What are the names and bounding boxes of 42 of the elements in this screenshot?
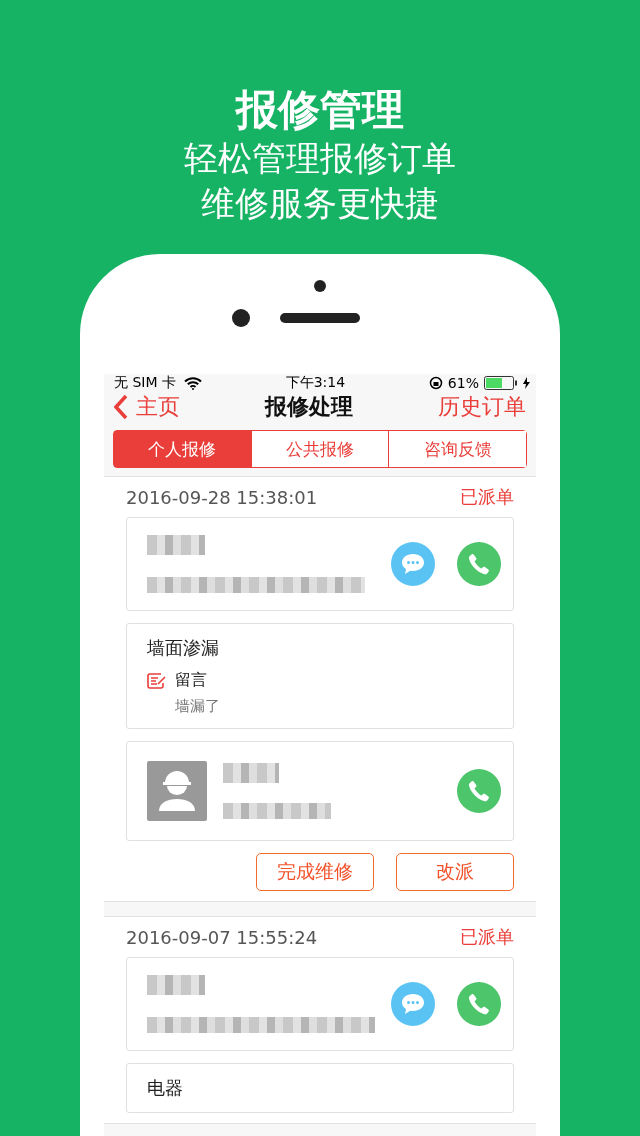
carrier-text: 无 SIM 卡 <box>114 374 176 392</box>
tagline: 维修服务更快捷 <box>201 182 439 225</box>
phone-icon <box>467 552 491 576</box>
action-button[interactable]: 改派 <box>396 853 514 891</box>
tagline: 轻松管理报修订单 <box>184 137 456 180</box>
order-status: 已派单 <box>460 925 514 949</box>
rotation-lock-icon <box>428 376 443 390</box>
battery-icon <box>484 376 518 390</box>
wifi-icon <box>184 376 202 390</box>
clock-text: 下午3:14 <box>285 374 346 392</box>
worker-avatar-icon <box>147 761 207 821</box>
battery-percent: 61% <box>447 375 479 391</box>
pixelated-name <box>223 763 279 783</box>
chat-bubble-icon <box>400 992 426 1016</box>
chevron-left-icon <box>114 394 128 420</box>
chat-button[interactable] <box>391 982 435 1026</box>
segment-tab[interactable]: 公共报修 <box>250 431 389 467</box>
order-status: 已派单 <box>460 485 514 509</box>
issue-title: 墙面渗漏 <box>147 636 219 660</box>
phone-call-button[interactable] <box>457 982 501 1026</box>
segment-tab[interactable]: 个人报修 <box>114 431 251 467</box>
note-label: 留言 <box>175 670 207 691</box>
chat-button[interactable] <box>391 542 435 586</box>
headline: 报修管理 <box>236 84 404 136</box>
phone-call-button[interactable] <box>457 769 501 813</box>
order-time: 2016-09-07 15:55:24 <box>126 926 318 948</box>
phone-icon <box>467 779 491 803</box>
segment-tab[interactable]: 咨询反馈 <box>388 431 526 467</box>
phone-icon <box>467 992 491 1016</box>
note-text: 墙漏了 <box>175 697 220 716</box>
issue-title: 电器 <box>147 1076 183 1100</box>
phone-call-button[interactable] <box>457 542 501 586</box>
history-orders-link[interactable]: 历史订单 <box>438 392 526 422</box>
back-button[interactable]: 主页 <box>114 392 180 422</box>
action-button[interactable]: 完成维修 <box>256 853 374 891</box>
note-icon <box>147 672 167 689</box>
pixelated-name <box>147 535 205 555</box>
chat-bubble-icon <box>400 552 426 576</box>
pixelated-name <box>147 975 205 995</box>
order-time: 2016-09-28 15:38:01 <box>126 486 318 508</box>
screen-title: 报修处理 <box>265 393 353 421</box>
charging-icon <box>523 377 530 389</box>
